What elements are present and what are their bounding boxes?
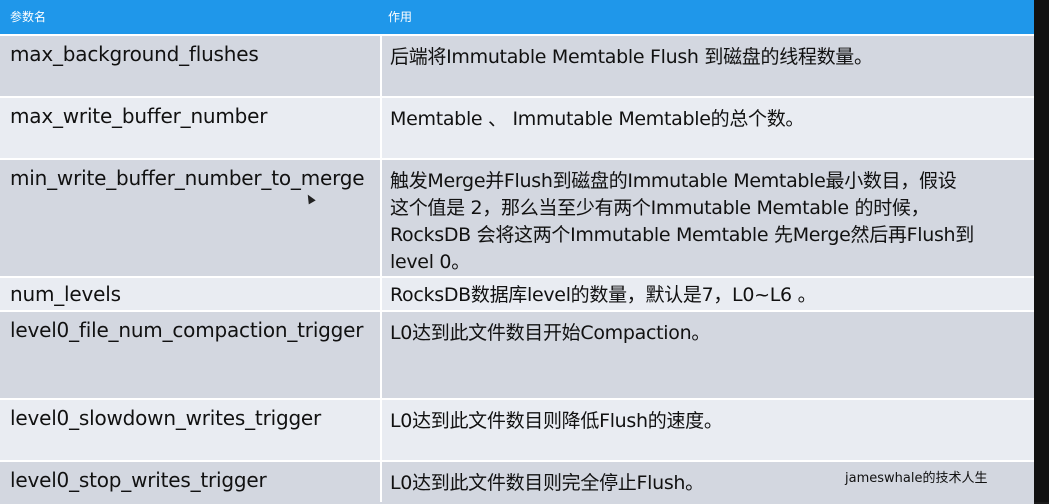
desc-line: level 0。 (390, 251, 470, 273)
param-desc: L0达到此文件数目开始Compaction。 (390, 320, 1030, 347)
param-desc: 触发Merge并Flush到磁盘的Immutable Memtable最小数目，… (390, 168, 1030, 276)
desc-line: L0达到此文件数目开始Compaction。 (390, 322, 711, 344)
desc-line: L0达到此文件数目则降低Flush的速度。 (390, 410, 723, 432)
table-row: max_background_flushes 后端将Immutable Memt… (0, 34, 1034, 98)
header-purpose: 作用 (388, 10, 413, 24)
desc-line: RocksDB 会将这两个Immutable Memtable 先Merge然后… (390, 224, 975, 246)
param-desc: L0达到此文件数目则降低Flush的速度。 (390, 408, 1030, 435)
desc-line: 后端将Immutable Memtable Flush 到磁盘的线程数量。 (390, 46, 873, 68)
right-edge-strip (1034, 0, 1049, 502)
desc-line: Memtable 、 Immutable Memtable的总个数。 (390, 108, 805, 130)
param-name: level0_file_num_compaction_trigger (10, 318, 364, 342)
table-header: 参数名 作用 (0, 0, 1034, 34)
param-name: max_write_buffer_number (10, 104, 268, 128)
table-row: min_write_buffer_number_to_merge 触发Merge… (0, 158, 1034, 278)
table-row: level0_slowdown_writes_trigger L0达到此文件数目… (0, 398, 1034, 462)
param-name: min_write_buffer_number_to_merge (10, 166, 365, 190)
column-divider (380, 34, 382, 502)
param-desc: RocksDB数据库level的数量，默认是7，L0~L6 。 (390, 282, 1030, 309)
param-desc: Memtable 、 Immutable Memtable的总个数。 (390, 106, 1030, 133)
table-row: max_write_buffer_number Memtable 、 Immut… (0, 96, 1034, 160)
slide-frame: 参数名 作用 max_background_flushes 后端将Immutab… (0, 0, 1034, 504)
desc-line: 触发Merge并Flush到磁盘的Immutable Memtable最小数目，… (390, 170, 957, 192)
table-row: level0_file_num_compaction_trigger L0达到此… (0, 310, 1034, 400)
param-name: level0_stop_writes_trigger (10, 468, 267, 492)
param-name: max_background_flushes (10, 42, 259, 66)
param-name: num_levels (10, 282, 121, 306)
table-row: num_levels RocksDB数据库level的数量，默认是7，L0~L6… (0, 276, 1034, 312)
header-param-name: 参数名 (10, 10, 47, 24)
desc-line: 这个值是 2，那么当至少有两个Immutable Memtable 的时候， (390, 197, 930, 219)
desc-line: RocksDB数据库level的数量，默认是7，L0~L6 。 (390, 284, 817, 306)
param-desc: 后端将Immutable Memtable Flush 到磁盘的线程数量。 (390, 44, 1030, 71)
param-name: level0_slowdown_writes_trigger (10, 406, 322, 430)
watermark: jameswhale的技术人生 (845, 471, 988, 486)
